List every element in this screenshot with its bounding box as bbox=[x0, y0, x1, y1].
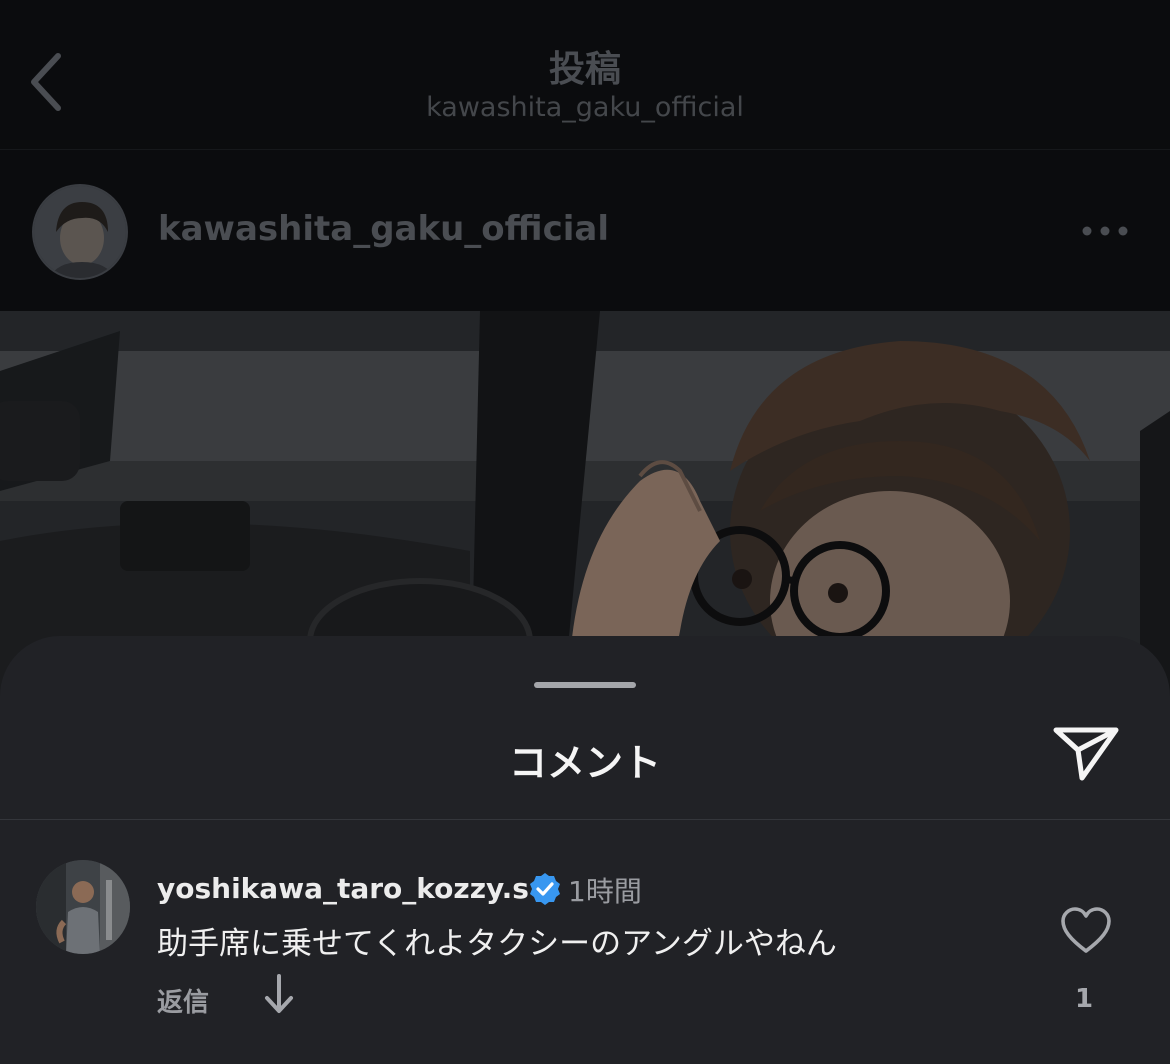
page-title: 投稿 bbox=[548, 49, 621, 90]
reply-button[interactable]: 返信 bbox=[157, 982, 209, 1019]
like-comment-button[interactable] bbox=[1060, 906, 1112, 956]
ellipsis-icon bbox=[1082, 226, 1128, 236]
author-username[interactable]: kawashita_gaku_official bbox=[158, 209, 609, 249]
verified-badge-icon bbox=[530, 873, 560, 905]
comment-text: 助手席に乗せてくれよタクシーのアングルやねん bbox=[157, 926, 837, 962]
view-replies-button[interactable] bbox=[262, 972, 296, 1016]
author-avatar-image bbox=[34, 186, 126, 278]
page-subtitle: kawashita_gaku_official bbox=[426, 92, 744, 123]
commenter-avatar-image bbox=[36, 860, 130, 954]
like-count: 1 bbox=[1074, 984, 1094, 1014]
comment-timestamp: 1時間 bbox=[568, 875, 642, 908]
comment-item: yoshikawa_taro_kozzy.s 1時間 助手席に乗せてくれよタクシ… bbox=[0, 820, 1170, 1064]
heart-icon bbox=[1061, 907, 1111, 953]
sheet-title: コメント bbox=[508, 741, 661, 785]
comments-sheet: コメント yoshikawa_taro_kozzy.s 1時間 助手席に乗せてく bbox=[0, 636, 1170, 1064]
share-button[interactable] bbox=[1050, 722, 1122, 784]
nav-bar: 投稿 kawashita_gaku_official bbox=[0, 0, 1170, 150]
paper-plane-icon bbox=[1053, 727, 1119, 781]
comment-username[interactable]: yoshikawa_taro_kozzy.s bbox=[157, 872, 529, 905]
post-header: kawashita_gaku_official bbox=[0, 151, 1170, 311]
sheet-grabber[interactable] bbox=[534, 682, 636, 688]
author-avatar[interactable] bbox=[32, 184, 128, 280]
commenter-avatar[interactable] bbox=[36, 860, 130, 954]
arrow-down-icon bbox=[265, 974, 293, 1013]
more-options-button[interactable] bbox=[1076, 213, 1134, 249]
